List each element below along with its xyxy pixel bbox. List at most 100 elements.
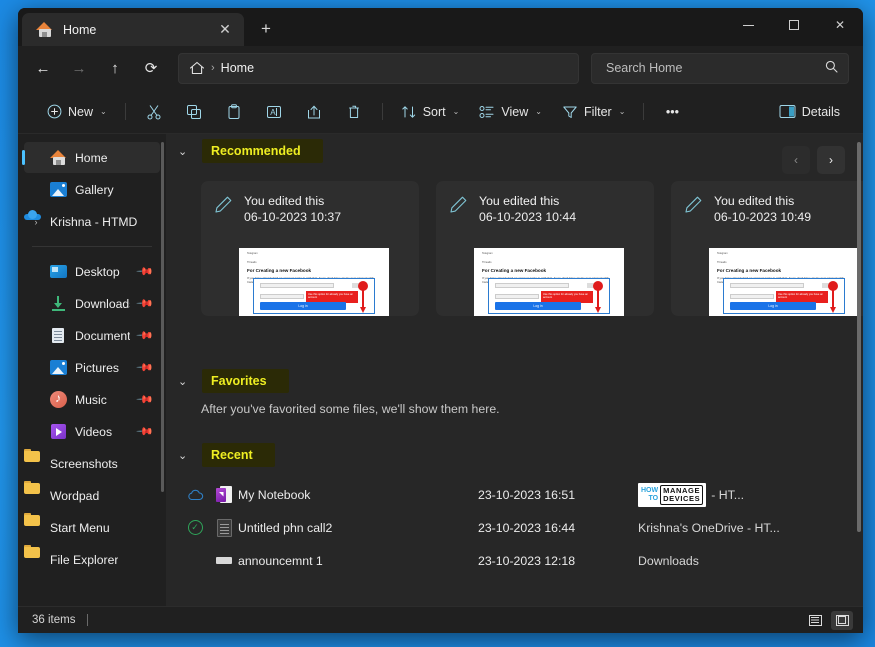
status-bar: 36 items (18, 606, 863, 633)
recent-section-header[interactable]: ⌄ Recent (166, 438, 863, 472)
recent-title: Recent (202, 443, 275, 467)
sidebar-item-onedrive[interactable]: › Krishna - HTMD (24, 206, 160, 237)
search-placeholder: Search Home (606, 61, 683, 75)
pin-icon: 📌 (135, 294, 154, 313)
close-tab-button[interactable]: ✕ (212, 18, 238, 42)
more-options-button[interactable]: ••• (653, 96, 691, 127)
pencil-icon (214, 195, 233, 219)
pencil-icon (449, 195, 468, 219)
card-line1: You edited this (714, 194, 795, 208)
recommended-card[interactable]: You edited this 06-10-2023 10:37 Telegra… (201, 181, 419, 316)
pin-icon: 📌 (135, 262, 154, 281)
filter-button[interactable]: Filter ⌄ (553, 96, 634, 127)
plus-circle-icon (47, 104, 62, 119)
pin-icon: 📌 (135, 326, 154, 345)
recommended-card[interactable]: You edited this 06-10-2023 10:44 Telegra… (436, 181, 654, 316)
up-button[interactable]: ↑ (98, 53, 132, 84)
tab-home[interactable]: Home ✕ (22, 13, 244, 46)
logo-devices: DEVICES (663, 493, 701, 503)
carousel-next-button[interactable]: › (817, 146, 845, 174)
chevron-down-icon[interactable]: ⌄ (178, 449, 190, 462)
sidebar-item-label: Screenshots (50, 456, 118, 471)
recommended-title: Recommended (202, 139, 323, 163)
sidebar-item-pictures[interactable]: Pictures 📌 (24, 352, 160, 383)
maximize-button[interactable] (771, 8, 817, 42)
refresh-button[interactable]: ⟳ (134, 53, 168, 84)
card-line1: You edited this (244, 194, 325, 208)
file-date: 23-10-2023 16:44 (478, 520, 576, 535)
search-box[interactable]: Search Home (591, 52, 849, 84)
table-row[interactable]: announcemnt 1 23-10-2023 12:18 Downloads (180, 544, 863, 577)
delete-button[interactable] (335, 96, 373, 127)
downloads-icon (50, 295, 67, 312)
favorites-title: Favorites (202, 369, 289, 393)
sort-button[interactable]: Sort ⌄ (392, 96, 469, 127)
status-divider (87, 614, 89, 626)
filter-icon (562, 104, 578, 120)
table-row[interactable]: My Notebook 23-10-2023 16:51 HOW TO MANA… (180, 478, 863, 511)
file-name[interactable]: announcemnt 1 (238, 554, 478, 568)
view-button[interactable]: View ⌄ (470, 96, 551, 127)
file-location: Krishna's OneDrive - HT... (638, 521, 863, 535)
item-count: 36 items (32, 614, 76, 626)
table-row[interactable]: ✓ Untitled phn call2 23-10-2023 16:44 Kr… (180, 511, 863, 544)
sidebar-item-file-explorer[interactable]: File Explorer (24, 544, 160, 575)
thumb-meta2: Threads (247, 260, 257, 264)
breadcrumb-home-icon[interactable] (189, 61, 205, 75)
recent-file-list: My Notebook 23-10-2023 16:51 HOW TO MANA… (166, 472, 863, 577)
thumb-meta1: Telegram (717, 252, 728, 255)
sidebar-item-music[interactable]: Music 📌 (24, 384, 160, 415)
new-button[interactable]: New ⌄ (38, 96, 116, 127)
details-pane-button[interactable]: Details (770, 96, 849, 127)
delete-icon (346, 104, 362, 120)
htmd-logo: HOW TO MANAGE DEVICES (638, 482, 707, 507)
large-icons-view-toggle[interactable] (831, 610, 853, 630)
card-line2: 06-10-2023 10:37 (244, 210, 342, 224)
sidebar-item-label: Gallery (75, 182, 114, 197)
thumb-arrow-annotation (828, 281, 838, 313)
copy-button[interactable] (175, 96, 213, 127)
sidebar-item-gallery[interactable]: Gallery (24, 174, 160, 205)
favorites-section-header[interactable]: ⌄ Favorites (166, 364, 863, 398)
navigation-bar: ← → ↑ ⟳ › Home Search Home (18, 46, 863, 90)
sidebar-item-home[interactable]: Home (22, 142, 160, 173)
forward-button[interactable]: → (62, 53, 96, 84)
recommended-card[interactable]: You edited this 06-10-2023 10:49 Telegra… (671, 181, 863, 316)
new-tab-button[interactable]: + (250, 14, 282, 44)
back-button[interactable]: ← (26, 53, 60, 84)
breadcrumb-current[interactable]: Home (221, 61, 254, 75)
sidebar-item-downloads[interactable]: Downloads 📌 (24, 288, 160, 319)
cut-icon (146, 104, 162, 120)
sidebar-scrollbar[interactable] (161, 142, 164, 492)
sidebar-item-label: Start Menu (50, 520, 110, 535)
recommended-section-header[interactable]: ⌄ Recommended (166, 134, 863, 168)
folder-icon (24, 545, 40, 558)
paste-icon (226, 103, 242, 120)
cut-button[interactable] (135, 96, 173, 127)
minimize-button[interactable] (725, 8, 771, 42)
sidebar-item-desktop[interactable]: Desktop 📌 (24, 256, 160, 287)
details-view-toggle[interactable] (804, 611, 826, 630)
chevron-down-icon: ⌄ (618, 107, 626, 116)
address-bar[interactable]: › Home (178, 52, 579, 84)
sidebar-item-wordpad[interactable]: Wordpad (24, 480, 160, 511)
file-name[interactable]: My Notebook (238, 488, 478, 502)
sidebar-item-videos[interactable]: Videos 📌 (24, 416, 160, 447)
content-scrollbar[interactable] (857, 142, 861, 532)
sidebar-item-start-menu[interactable]: Start Menu (24, 512, 160, 543)
search-icon[interactable] (825, 60, 838, 76)
file-location: HOW TO MANAGE DEVICES - HT... (638, 482, 863, 507)
sidebar-item-documents[interactable]: Documents 📌 (24, 320, 160, 351)
onedrive-cloud-icon (24, 210, 41, 220)
close-window-button[interactable]: ✕ (817, 8, 863, 42)
chevron-down-icon[interactable]: ⌄ (178, 375, 190, 388)
sidebar-item-screenshots[interactable]: Screenshots (24, 448, 160, 479)
share-button[interactable] (295, 96, 333, 127)
pin-icon: 📌 (135, 390, 154, 409)
carousel-prev-button[interactable]: ‹ (782, 146, 810, 174)
thumb-login-form: Use this option for already you have an … (253, 278, 375, 314)
paste-button[interactable] (215, 96, 253, 127)
chevron-down-icon[interactable]: ⌄ (178, 145, 190, 158)
file-name[interactable]: Untitled phn call2 (238, 521, 478, 535)
rename-button[interactable]: A (255, 96, 293, 127)
